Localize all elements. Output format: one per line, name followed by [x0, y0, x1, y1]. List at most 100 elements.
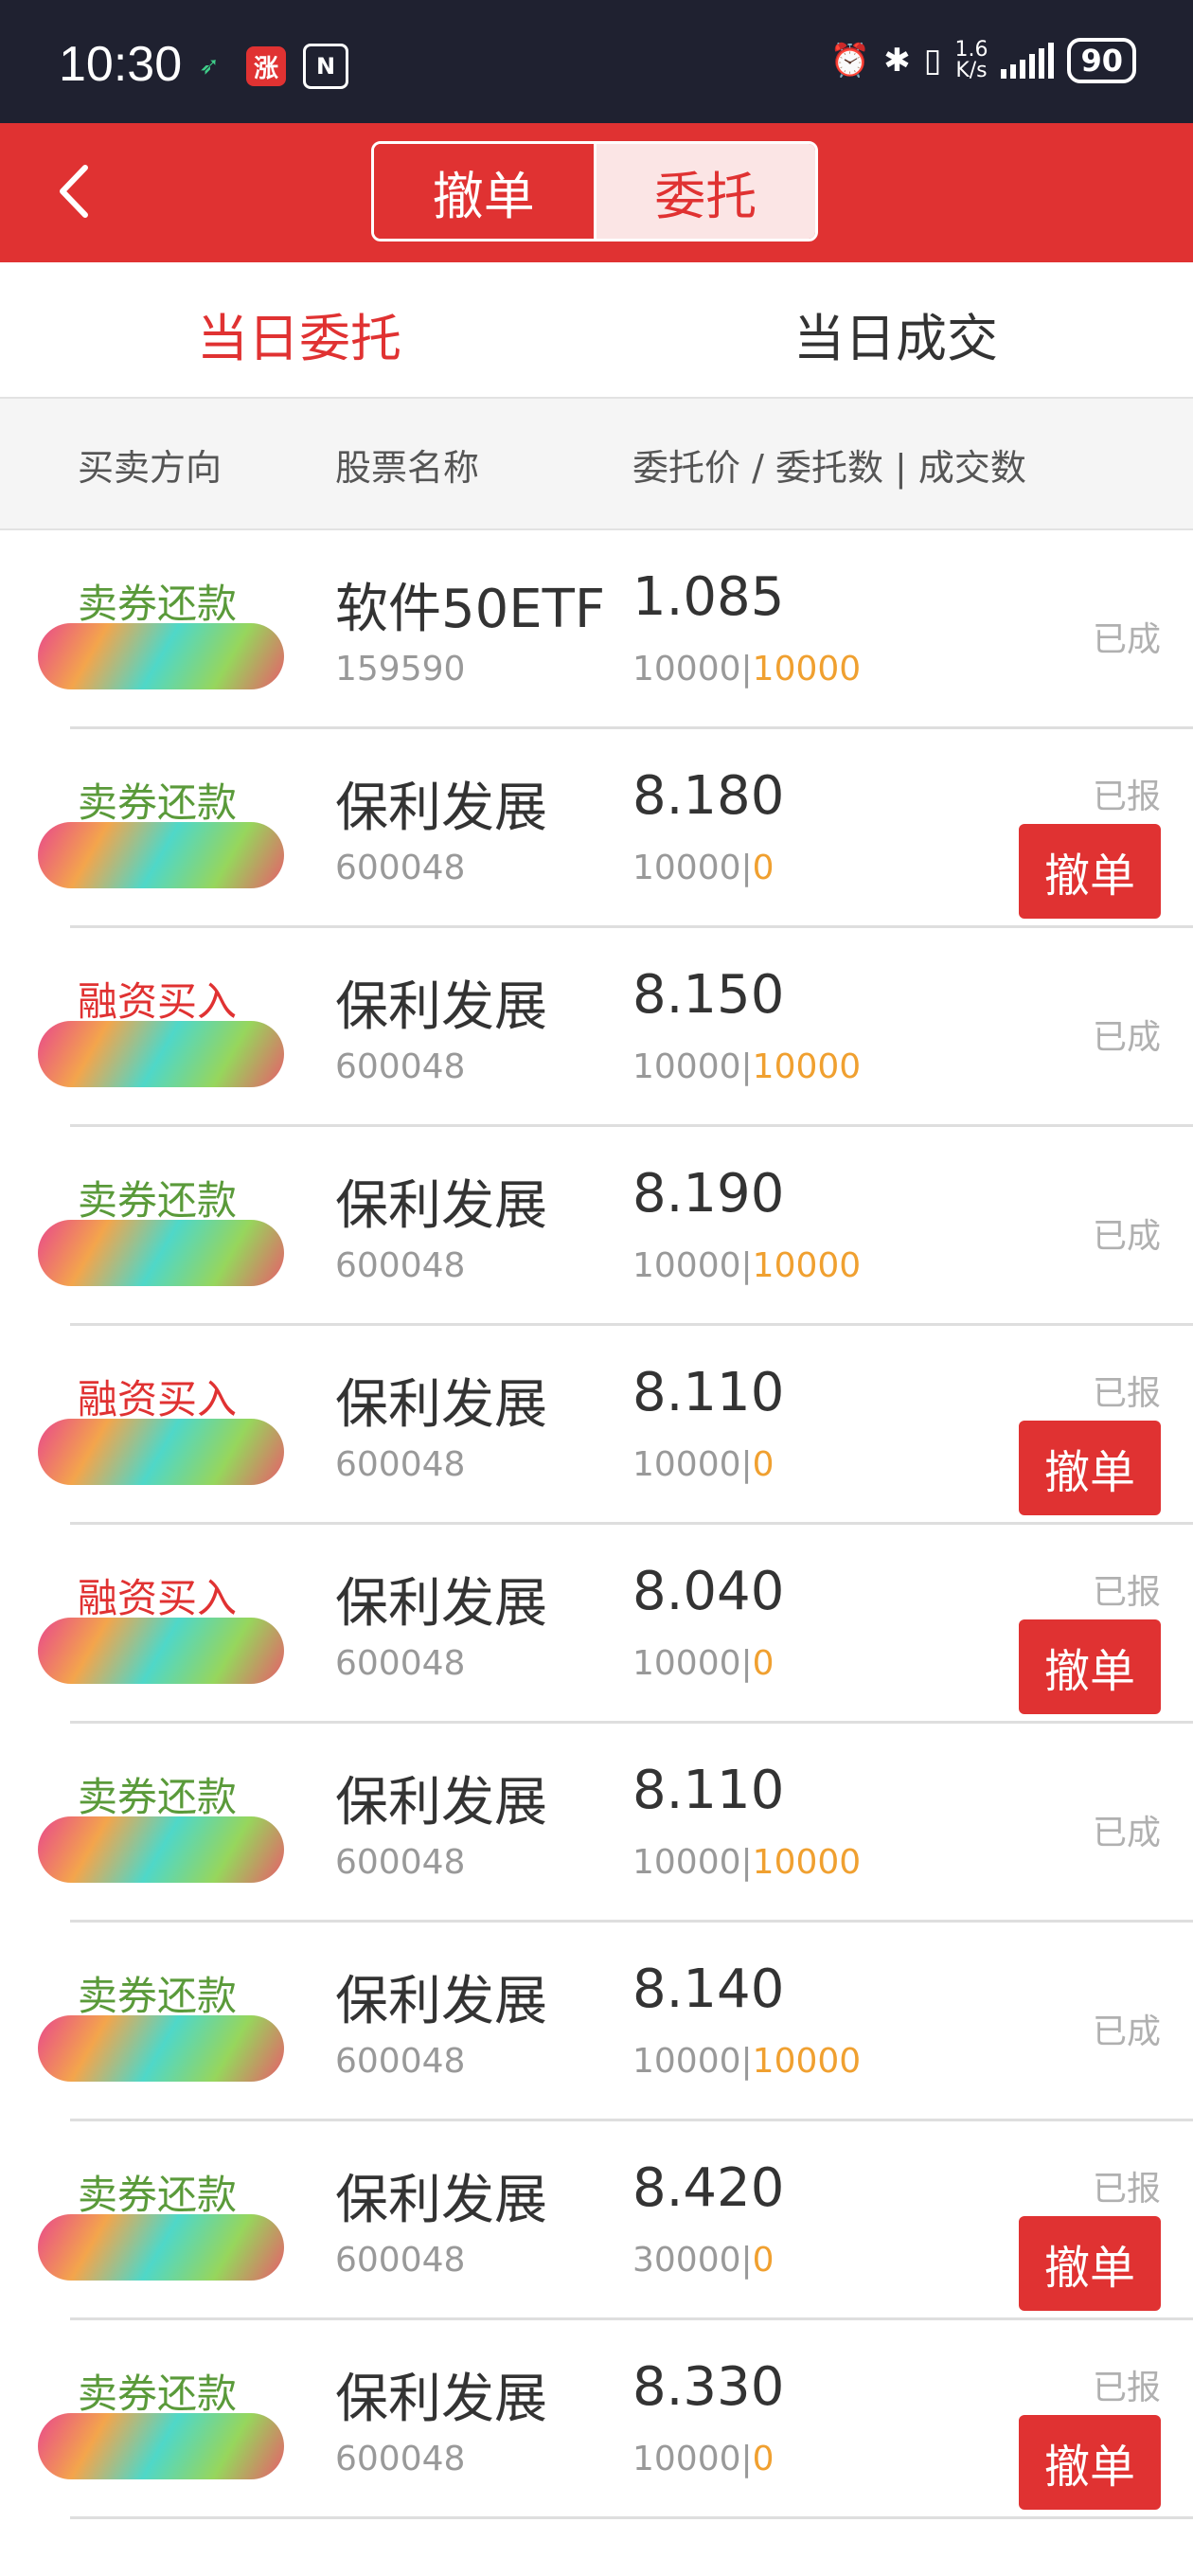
stock-name: 保利发展 [335, 2170, 547, 2231]
order-qty: 30000 [632, 2241, 741, 2280]
qty-separator: | [740, 650, 753, 689]
stock-name: 保利发展 [335, 1573, 547, 1635]
table-row[interactable]: 卖券还款 保利发展 600048 8.420 30000|0 已报 撤单 [0, 2121, 1193, 2320]
order-status: 已成 [1092, 1217, 1161, 1256]
table-row[interactable]: 融资买入 保利发展 600048 8.150 10000|10000 已成 [0, 928, 1193, 1127]
filled-qty: 0 [752, 1445, 775, 1484]
filled-qty: 10000 [752, 1047, 862, 1086]
order-status: 已报 [1092, 1573, 1161, 1612]
qty-separator: | [740, 1445, 753, 1484]
stock-name: 保利发展 [335, 1772, 547, 1834]
order-status: 已成 [1092, 1814, 1161, 1852]
app-header: 撤单 委托 [0, 123, 1193, 262]
tab-today-trades[interactable]: 当日成交 [793, 296, 998, 371]
signal-icon [1001, 43, 1055, 79]
redacted-time-blob [38, 1419, 284, 1485]
redacted-time-blob [38, 1220, 284, 1286]
order-quantities: 10000|0 [632, 2440, 775, 2478]
order-direction: 融资买入 [78, 1575, 238, 1621]
table-row[interactable]: 融资买入 保利发展 600048 8.110 10000|0 已报 撤单 [0, 1326, 1193, 1525]
order-status: 已报 [1092, 2369, 1161, 2407]
order-qty: 10000 [632, 650, 741, 689]
network-speed: 1.6 K/s [954, 40, 988, 81]
qty-separator: | [740, 2440, 753, 2478]
order-quantities: 10000|10000 [632, 1843, 861, 1882]
stock-name: 保利发展 [335, 976, 547, 1038]
vibrate-icon: ▯ [923, 42, 942, 80]
order-direction: 融资买入 [78, 978, 238, 1025]
table-row[interactable]: 融资买入 保利发展 600048 8.040 10000|0 已报 撤单 [0, 1525, 1193, 1724]
net-speed-unit: K/s [955, 59, 988, 82]
filled-qty: 0 [752, 2440, 775, 2478]
cancel-order-button[interactable]: 撤单 [1019, 1421, 1161, 1515]
stock-code: 600048 [335, 1843, 466, 1882]
filled-qty: 0 [752, 849, 775, 887]
order-price: 8.190 [632, 1163, 785, 1225]
filled-qty: 10000 [752, 1246, 862, 1285]
stock-code: 159590 [335, 650, 466, 689]
tab-entrust[interactable]: 委托 [596, 144, 815, 239]
order-price: 8.110 [632, 1362, 785, 1423]
order-qty: 10000 [632, 1843, 741, 1882]
redacted-time-blob [38, 623, 284, 689]
order-quantities: 10000|10000 [632, 1047, 861, 1086]
cancel-order-button[interactable]: 撤单 [1019, 2216, 1161, 2311]
order-quantities: 10000|10000 [632, 650, 861, 689]
order-price: 8.420 [632, 2157, 785, 2219]
order-price: 8.140 [632, 1959, 785, 2020]
qty-separator: | [740, 2241, 753, 2280]
table-row[interactable]: 卖券还款 保利发展 600048 8.180 10000|0 已报 撤单 [0, 729, 1193, 928]
cancel-order-button[interactable]: 撤单 [1019, 1619, 1161, 1714]
system-icons: ⏰ ✱ ▯ 1.6 K/s 90 [830, 38, 1136, 83]
stock-name: 保利发展 [335, 2369, 547, 2430]
column-price: 委托价 / 委托数 | 成交数 [632, 447, 1026, 489]
stock-code: 600048 [335, 1047, 466, 1086]
order-quantities: 10000|0 [632, 849, 775, 887]
order-direction: 卖券还款 [78, 1774, 238, 1820]
order-status: 已成 [1092, 620, 1161, 659]
app-notification-icon: ➶ [199, 52, 220, 80]
back-arrow-icon[interactable] [47, 156, 104, 227]
order-qty: 10000 [632, 1644, 741, 1683]
table-row[interactable]: 卖券还款 保利发展 600048 8.330 10000|0 已报 撤单 [0, 2320, 1193, 2519]
qty-separator: | [740, 1644, 753, 1683]
stock-code: 600048 [335, 1644, 466, 1683]
table-row[interactable]: 卖券还款 保利发展 600048 8.190 10000|10000 已成 [0, 1127, 1193, 1326]
stock-code: 600048 [335, 1246, 466, 1285]
order-qty: 10000 [632, 1246, 741, 1285]
table-row[interactable]: 卖券还款 保利发展 600048 8.110 10000|10000 已成 [0, 1724, 1193, 1923]
qty-separator: | [740, 2042, 753, 2081]
stock-name: 软件50ETF [335, 579, 606, 640]
stock-code: 600048 [335, 1445, 466, 1484]
status-bar: 10:30 ➶ 涨 N ⏰ ✱ ▯ 1.6 K/s 90 [0, 0, 1193, 123]
order-list: 卖券还款 软件50ETF 159590 1.085 10000|10000 已成 卖券还款保… [0, 530, 1193, 2519]
redacted-time-blob [38, 822, 284, 888]
filled-qty: 10000 [752, 2042, 862, 2081]
qty-separator: | [740, 1843, 753, 1882]
order-price: 8.110 [632, 1760, 785, 1821]
stock-code: 600048 [335, 849, 466, 887]
table-row[interactable]: 卖券还款 保利发展 600048 8.140 10000|10000 已成 [0, 1923, 1193, 2121]
tab-today-orders[interactable]: 当日委托 [197, 296, 401, 371]
stock-name: 保利发展 [335, 1971, 547, 2032]
order-qty: 10000 [632, 2440, 741, 2478]
order-price: 8.330 [632, 2356, 785, 2418]
order-direction: 卖券还款 [78, 581, 238, 627]
order-quantities: 10000|0 [632, 1445, 775, 1484]
order-status: 已报 [1092, 1374, 1161, 1413]
cancel-order-button[interactable]: 撤单 [1019, 824, 1161, 919]
mode-segmented-control: 撤单 委托 [371, 141, 818, 242]
table-header: 买卖方向 股票名称 委托价 / 委托数 | 成交数 [0, 399, 1193, 530]
order-qty: 10000 [632, 2042, 741, 2081]
order-direction: 卖券还款 [78, 2172, 238, 2218]
qty-separator: | [740, 1246, 753, 1285]
qty-separator: | [740, 1047, 753, 1086]
battery-icon: 90 [1067, 38, 1136, 83]
order-direction: 卖券还款 [78, 779, 238, 826]
clock: 10:30 [59, 37, 183, 92]
redacted-time-blob [38, 1618, 284, 1684]
table-row[interactable]: 卖券还款 软件50ETF 159590 1.085 10000|10000 已成 [0, 530, 1193, 729]
tab-cancel-order[interactable]: 撤单 [374, 144, 596, 239]
cancel-order-button[interactable]: 撤单 [1019, 2415, 1161, 2510]
redacted-time-blob [38, 2015, 284, 2082]
